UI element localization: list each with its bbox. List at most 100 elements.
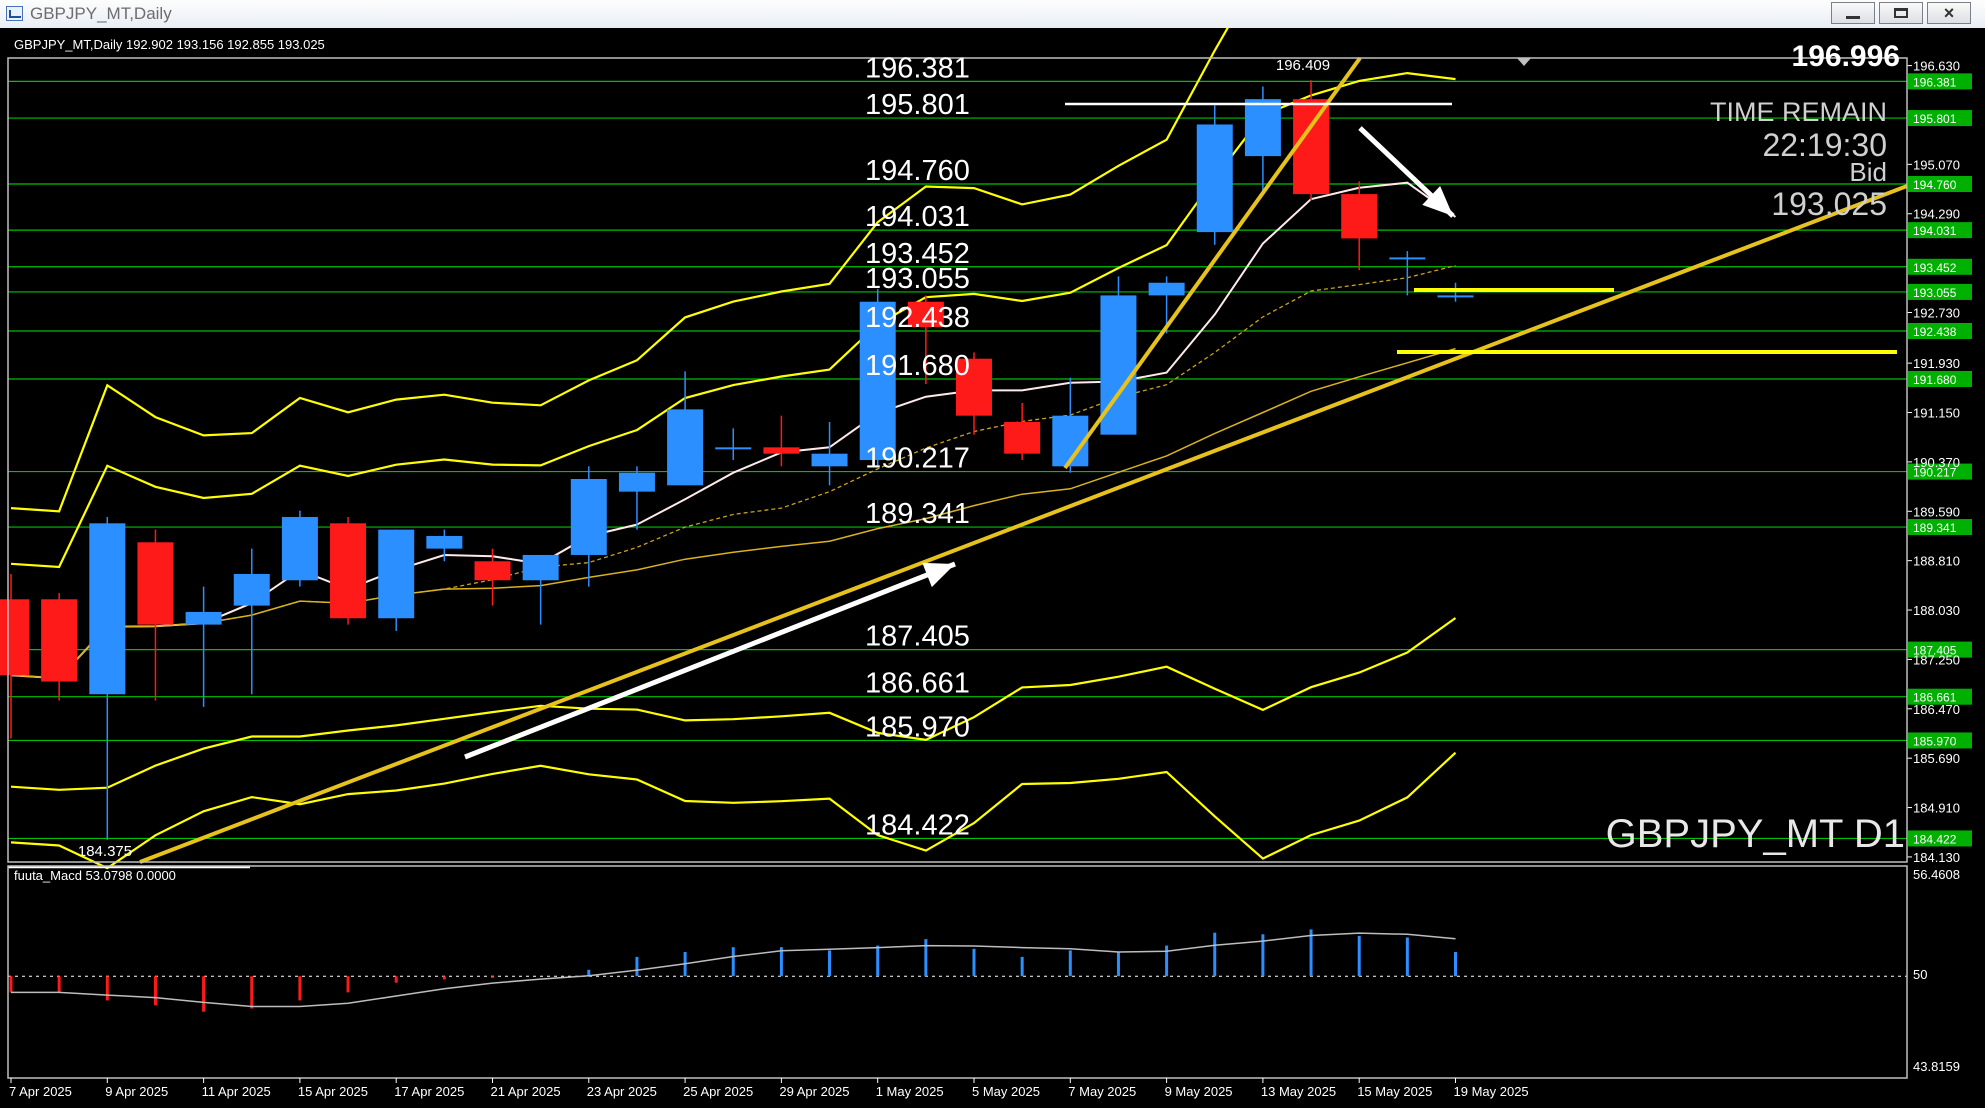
- close-button[interactable]: ×: [1927, 2, 1971, 24]
- bull-candle: [618, 472, 655, 492]
- date-axis-label: 9 May 2025: [1165, 1084, 1233, 1099]
- terminal-window: GBPJPY_MT,Daily × 196.381 195.801 194.760 1…: [0, 0, 1985, 1108]
- bull-candle: [522, 554, 559, 581]
- macd-label: fuuta_Macd 53.0798 0.0000: [14, 868, 176, 883]
- date-axis-label: 5 May 2025: [972, 1084, 1040, 1099]
- bear-candle: [1341, 194, 1378, 239]
- level-tag-text: 191.680: [1913, 373, 1957, 387]
- date-axis-label: 13 May 2025: [1261, 1084, 1336, 1099]
- macd-axis-bottom: 43.8159: [1913, 1059, 1960, 1074]
- level-label: 189.341: [865, 498, 970, 530]
- bid-value: 193.025: [1771, 186, 1887, 222]
- level-label: 190.217: [865, 443, 970, 475]
- macd-axis-mid: 50: [1913, 967, 1927, 982]
- level-label: 193.055: [865, 263, 970, 295]
- price-axis-label: 188.810: [1913, 554, 1960, 569]
- symbol-watermark: GBPJPY_MT D1: [1606, 812, 1905, 856]
- maximize-icon: [1894, 8, 1908, 18]
- level-label: 185.970: [865, 711, 970, 743]
- date-axis-label: 21 Apr 2025: [491, 1084, 561, 1099]
- window-titlebar[interactable]: GBPJPY_MT,Daily ×: [0, 0, 1985, 29]
- bull-candle: [667, 409, 704, 486]
- date-axis-label: 17 Apr 2025: [394, 1084, 464, 1099]
- bear-candle: [0, 599, 29, 676]
- window-title: GBPJPY_MT,Daily: [30, 4, 172, 23]
- price-axis-label: 188.030: [1913, 603, 1960, 618]
- level-label: 184.422: [865, 809, 970, 841]
- level-tag-text: 196.381: [1913, 75, 1957, 89]
- level-label: 186.661: [865, 668, 970, 700]
- bull-candle: [281, 516, 318, 581]
- bull-candle: [1196, 124, 1233, 233]
- date-axis-label: 15 Apr 2025: [298, 1084, 368, 1099]
- minimize-icon: [1846, 15, 1860, 19]
- high-marker-label: 196.409: [1276, 57, 1330, 74]
- level-label: 196.381: [865, 52, 970, 84]
- date-axis-label: 1 May 2025: [876, 1084, 944, 1099]
- symbol-header: GBPJPY_MT,Daily 192.902 193.156 192.855 …: [14, 37, 325, 52]
- price-axis-label: 191.150: [1913, 406, 1960, 421]
- date-axis-label: 25 Apr 2025: [683, 1084, 753, 1099]
- bear-candle: [137, 542, 174, 625]
- level-label: 194.031: [865, 201, 970, 233]
- price-axis-label: 195.070: [1913, 157, 1960, 172]
- level-tag-text: 185.970: [1913, 734, 1957, 748]
- macd-axis-top: 56.4608: [1913, 867, 1960, 882]
- date-axis-label: 9 Apr 2025: [105, 1084, 168, 1099]
- time-remain-label: TIME REMAIN: [1710, 97, 1887, 127]
- price-axis-label: 191.930: [1913, 356, 1960, 371]
- bear-candle: [41, 599, 78, 682]
- current-price: 196.996: [1792, 40, 1900, 73]
- maximize-button[interactable]: [1879, 2, 1923, 24]
- level-tag-text: 194.760: [1913, 178, 1957, 192]
- bear-candle: [330, 523, 367, 619]
- level-tag-text: 195.801: [1913, 112, 1957, 126]
- level-label: 192.438: [865, 302, 970, 334]
- date-axis-label: 7 May 2025: [1068, 1084, 1136, 1099]
- level-label: 194.760: [865, 155, 970, 187]
- level-tag-text: 184.422: [1913, 832, 1957, 846]
- bear-candle: [1004, 422, 1041, 454]
- chart-window-icon: [6, 6, 23, 21]
- bull-candle: [715, 447, 752, 450]
- close-icon: ×: [1943, 3, 1955, 23]
- date-axis-label: 29 Apr 2025: [779, 1084, 849, 1099]
- date-axis-label: 7 Apr 2025: [9, 1084, 72, 1099]
- price-axis-label: 184.130: [1913, 850, 1960, 865]
- price-axis-label: 194.290: [1913, 207, 1960, 222]
- level-tag-text: 192.438: [1913, 325, 1957, 339]
- price-axis-label: 186.470: [1913, 702, 1960, 717]
- bull-candle: [1148, 282, 1185, 296]
- price-chart[interactable]: 196.381 195.801 194.760 194.031 193.452 193.0…: [0, 28, 1985, 1108]
- bull-candle: [1437, 295, 1474, 298]
- level-tag-text: 193.055: [1913, 286, 1957, 300]
- bull-candle: [233, 573, 270, 606]
- bull-candle: [811, 453, 848, 467]
- price-axis-label: 185.690: [1913, 751, 1960, 766]
- bear-candle: [763, 447, 800, 454]
- bull-candle: [1389, 257, 1426, 260]
- low-marker-label: 184.375: [78, 843, 132, 860]
- bull-candle: [426, 535, 463, 549]
- price-axis-label: 189.590: [1913, 504, 1960, 519]
- bull-candle: [185, 611, 222, 625]
- minimize-button[interactable]: [1831, 2, 1875, 24]
- price-axis-label: 184.910: [1913, 801, 1960, 816]
- price-axis-label: 190.370: [1913, 455, 1960, 470]
- bear-candle: [474, 561, 511, 581]
- level-label: 191.680: [865, 350, 970, 382]
- price-axis-label: 192.730: [1913, 305, 1960, 320]
- level-tag-text: 189.341: [1913, 521, 1957, 535]
- date-axis-label: 15 May 2025: [1357, 1084, 1432, 1099]
- level-label: 195.801: [865, 89, 970, 121]
- date-axis-label: 19 May 2025: [1454, 1084, 1529, 1099]
- bull-candle: [570, 478, 607, 555]
- date-axis-label: 11 Apr 2025: [202, 1084, 271, 1099]
- bull-candle: [378, 529, 415, 619]
- level-tag-text: 194.031: [1913, 224, 1957, 238]
- bid-label: Bid: [1849, 157, 1887, 187]
- price-axis-label: 196.630: [1913, 59, 1960, 74]
- date-axis-label: 23 Apr 2025: [587, 1084, 657, 1099]
- bull-candle: [89, 523, 126, 695]
- price-axis-label: 187.250: [1913, 652, 1960, 667]
